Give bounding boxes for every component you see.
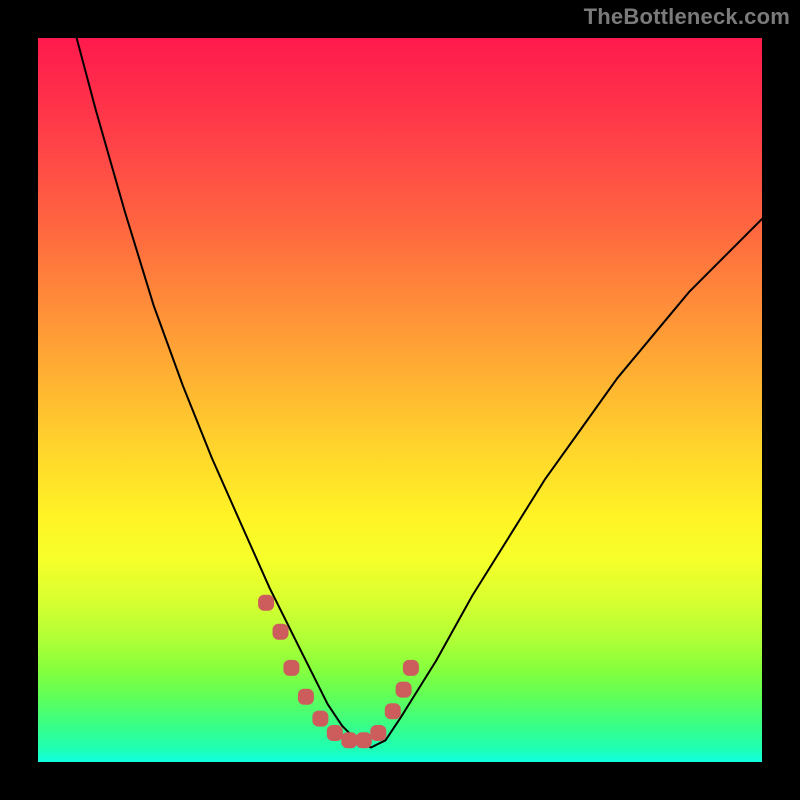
watermark-text: TheBottleneck.com [584,4,790,30]
gradient-plot-background [38,38,762,762]
chart-frame: TheBottleneck.com [0,0,800,800]
